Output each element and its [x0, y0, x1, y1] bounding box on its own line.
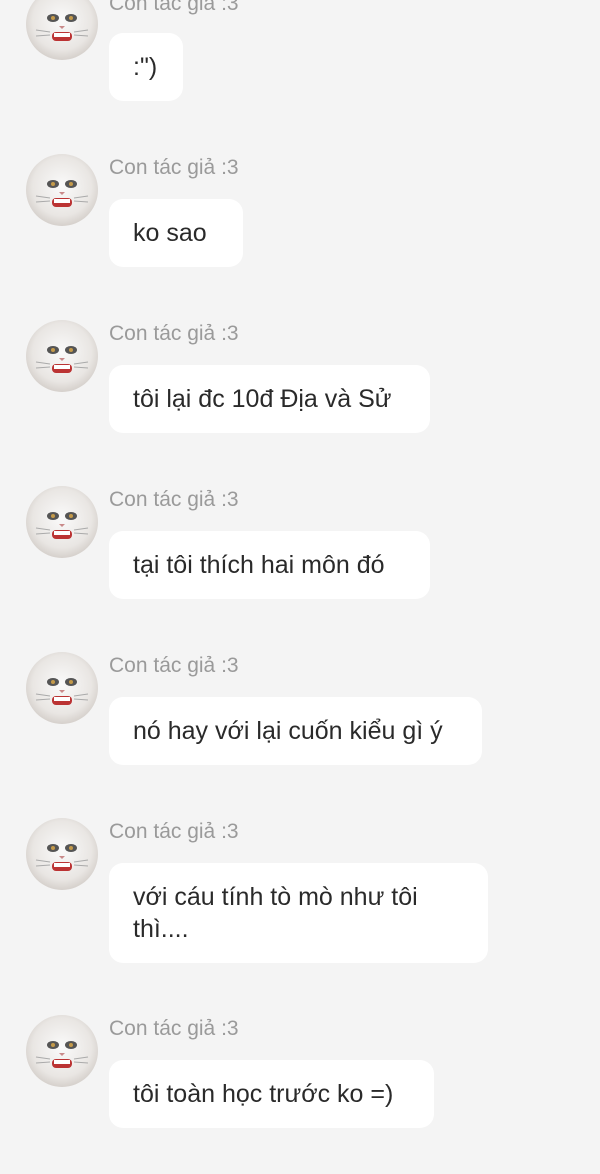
avatar[interactable]	[26, 320, 98, 392]
sender-name: Con tác giả :3	[109, 488, 239, 511]
cat-face-icon	[35, 14, 89, 41]
avatar[interactable]	[26, 486, 98, 558]
message-bubble[interactable]: với cáu tính tò mò như tôi thì....	[109, 863, 488, 963]
message-bubble[interactable]: :")	[109, 33, 183, 101]
sender-name: Con tác giả :3	[109, 654, 239, 677]
avatar[interactable]	[26, 0, 98, 60]
cat-face-icon	[35, 1041, 89, 1068]
avatar[interactable]	[26, 154, 98, 226]
message-bubble[interactable]: tại tôi thích hai môn đó	[109, 531, 430, 599]
sender-name: Con tác giả :3	[109, 322, 239, 345]
cat-face-icon	[35, 844, 89, 871]
message-bubble[interactable]: tôi toàn học trước ko =)	[109, 1060, 434, 1128]
cat-face-icon	[35, 180, 89, 207]
cat-face-icon	[35, 678, 89, 705]
sender-name: Con tác giả :3	[109, 820, 239, 843]
sender-name: Con tác giả :3	[109, 1017, 239, 1040]
avatar[interactable]	[26, 818, 98, 890]
message-bubble[interactable]: ko sao	[109, 199, 243, 267]
avatar[interactable]	[26, 652, 98, 724]
message-bubble[interactable]: nó hay với lại cuốn kiểu gì ý	[109, 697, 482, 765]
sender-name: Con tác giả :3	[109, 156, 239, 179]
cat-face-icon	[35, 346, 89, 373]
avatar[interactable]	[26, 1015, 98, 1087]
message-bubble[interactable]: tôi lại đc 10đ Địa và Sử	[109, 365, 430, 433]
cat-face-icon	[35, 512, 89, 539]
sender-name: Con tác giả :3	[109, 0, 239, 15]
